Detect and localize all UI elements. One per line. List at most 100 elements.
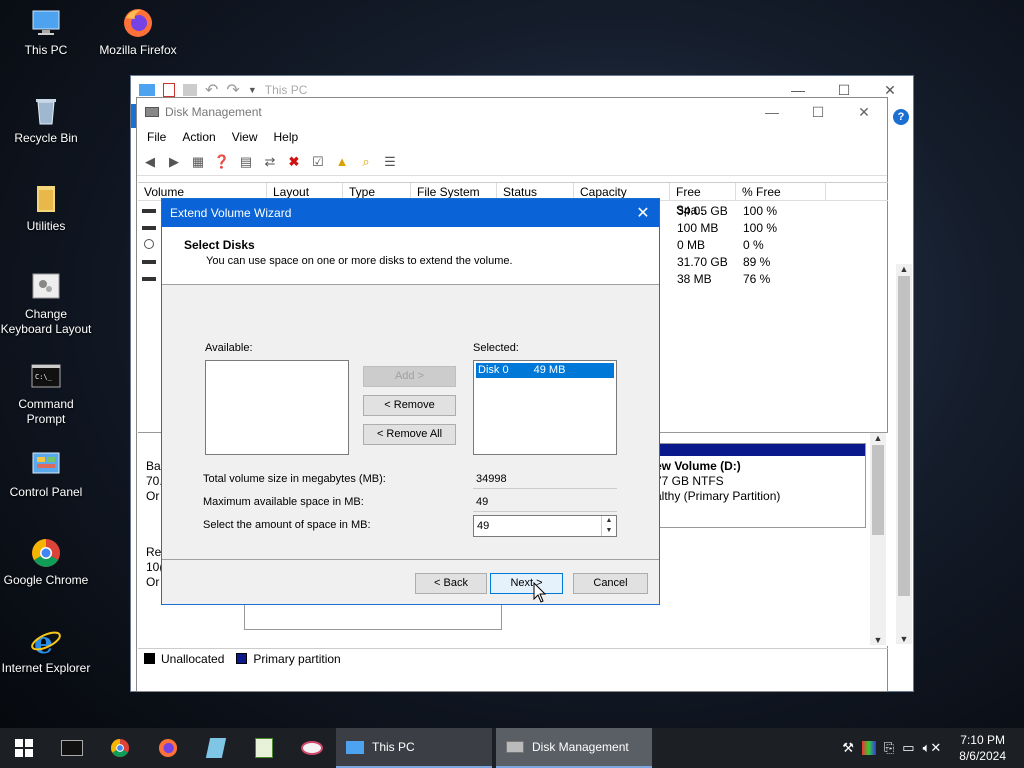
desktop-icon-recycle-bin[interactable]: Recycle Bin	[0, 94, 92, 146]
scroll-thumb[interactable]	[898, 276, 910, 596]
desktop-icon-label: This PC	[24, 43, 68, 57]
percent-free: 100 %	[743, 221, 778, 235]
desktop-icon-utilities[interactable]: Utilities	[0, 182, 92, 234]
list-icon[interactable]: ☰	[381, 153, 399, 171]
help-book-icon[interactable]: ❓	[213, 153, 231, 171]
delete-icon[interactable]: ✖	[285, 153, 303, 171]
next-button[interactable]: Next >	[490, 573, 563, 594]
desktop-icon-label: Command Prompt	[18, 397, 74, 426]
total-size-value: 34998	[473, 472, 617, 489]
desktop-icon-internet-explorer[interactable]: e Internet Explorer	[0, 624, 92, 676]
lower-pane-scrollbar[interactable]: ▲ ▼	[870, 433, 886, 645]
mouse-cursor-icon	[533, 582, 547, 603]
max-space-label: Maximum available space in MB:	[203, 496, 364, 508]
extend-volume-wizard-dialog[interactable]: Extend Volume Wizard ✕ Select Disks You …	[161, 198, 660, 605]
desktop-icon-firefox[interactable]: Mozilla Firefox	[92, 6, 184, 58]
desktop-icon-google-chrome[interactable]: Google Chrome	[0, 536, 92, 588]
start-button[interactable]	[0, 728, 48, 768]
dialog-separator	[162, 559, 659, 560]
taskbar-command-prompt[interactable]	[48, 728, 96, 768]
chevron-up-icon[interactable]: ▲	[896, 264, 912, 274]
drive-icon	[142, 209, 156, 213]
add-button[interactable]: Add >	[363, 366, 456, 387]
free-space: 38 MB	[677, 272, 712, 286]
disk-management-icon	[506, 741, 524, 753]
menu-file[interactable]: File	[147, 130, 166, 144]
remove-all-button[interactable]: < Remove All	[363, 424, 456, 445]
desktop-icon-this-pc[interactable]: This PC	[0, 6, 92, 58]
folder-icon[interactable]	[183, 84, 197, 96]
selected-disks-list[interactable]: Disk 0 49 MB	[473, 360, 617, 455]
remove-button[interactable]: < Remove	[363, 395, 456, 416]
properties-icon[interactable]: ▤	[237, 153, 255, 171]
col-percent-free[interactable]: % Free	[736, 183, 826, 200]
back-button[interactable]: < Back	[415, 573, 487, 594]
maximize-icon[interactable]: ☐	[821, 82, 867, 99]
notification-icon[interactable]: ▭	[902, 740, 914, 756]
cancel-button[interactable]: Cancel	[573, 573, 648, 594]
taskbar-paint[interactable]	[288, 728, 336, 768]
taskbar-firefox[interactable]	[144, 728, 192, 768]
available-label: Available:	[205, 342, 253, 354]
taskbar-task-disk-management[interactable]: Disk Management	[496, 728, 652, 768]
folder-up-icon[interactable]: ▲	[333, 153, 351, 171]
chevron-down-icon[interactable]: ▼	[248, 85, 257, 95]
terminal-icon	[61, 740, 83, 756]
system-tray: ⚒ ⎘ ▭ 🔈︎✕ 7:10 PM 8/6/2024	[842, 732, 1024, 764]
disk-management-titlebar[interactable]: Disk Management — ☐ ✕	[137, 98, 887, 126]
spin-arrows[interactable]: ▲ ▼	[601, 516, 616, 536]
partition-block[interactable]: ew Volume (D:) 77 GB NTFS althy (Primary…	[648, 443, 866, 528]
available-disks-list[interactable]	[205, 360, 349, 455]
chrome-icon	[32, 539, 60, 567]
help-icon[interactable]: ?	[893, 109, 909, 125]
desktop-icon-control-panel[interactable]: Control Panel	[0, 448, 92, 500]
menu-view[interactable]: View	[232, 130, 258, 144]
task-label: This PC	[372, 740, 415, 754]
chevron-up-icon[interactable]: ▲	[870, 433, 886, 443]
this-pc-scrollbar[interactable]: ▲ ▼	[896, 264, 912, 644]
desktop-icon-label: Utilities	[26, 219, 66, 233]
usb-device-icon[interactable]: ⎘	[884, 740, 894, 756]
network-tools-icon[interactable]: ⚒	[842, 740, 854, 756]
taskbar-chrome[interactable]	[96, 728, 144, 768]
amount-spinbox[interactable]: 49 ▲ ▼	[473, 515, 617, 537]
back-arrow-icon[interactable]: ◀	[141, 153, 159, 171]
taskbar-task-this-pc[interactable]: This PC	[336, 728, 492, 768]
properties-icon[interactable]	[163, 83, 175, 97]
search-folder-icon[interactable]: ⌕	[357, 153, 375, 171]
console-tree-icon[interactable]: ▦	[189, 153, 207, 171]
maximize-icon[interactable]: ☐	[795, 104, 841, 121]
col-free-space[interactable]: Free Spa...	[670, 183, 736, 217]
unallocated-swatch	[144, 653, 155, 664]
free-space: 34.05 GB	[677, 204, 728, 218]
taskbar-chart-app[interactable]	[240, 728, 288, 768]
dialog-subheading: You can use space on one or more disks t…	[206, 255, 513, 267]
desktop-icon-label: Change Keyboard Layout	[0, 307, 92, 336]
close-icon[interactable]: ✕	[627, 203, 659, 223]
color-icon[interactable]	[861, 741, 876, 755]
chevron-down-icon[interactable]: ▼	[870, 635, 886, 645]
dialog-titlebar[interactable]: Extend Volume Wizard ✕	[162, 199, 659, 227]
dialog-title: Extend Volume Wizard	[170, 206, 292, 220]
list-item[interactable]: Disk 0 49 MB	[476, 363, 614, 378]
volume-muted-icon[interactable]: 🔈︎✕	[923, 740, 942, 756]
close-icon[interactable]: ✕	[841, 104, 887, 121]
chevron-down-icon[interactable]: ▼	[896, 634, 912, 644]
spin-down-icon[interactable]: ▼	[602, 526, 616, 536]
check-icon[interactable]: ☑	[309, 153, 327, 171]
menu-action[interactable]: Action	[182, 130, 215, 144]
spin-up-icon[interactable]: ▲	[602, 516, 616, 526]
connect-icon[interactable]: ⇄	[261, 153, 279, 171]
desktop-icon-change-keyboard-layout[interactable]: Change Keyboard Layout	[0, 270, 92, 337]
clock[interactable]: 7:10 PM 8/6/2024	[949, 732, 1016, 764]
svg-text:e: e	[34, 626, 53, 658]
desktop-icon-command-prompt[interactable]: C:\_ Command Prompt	[0, 360, 92, 427]
forward-arrow-icon[interactable]: ▶	[165, 153, 183, 171]
scroll-thumb[interactable]	[872, 445, 884, 535]
minimize-icon[interactable]: —	[749, 104, 795, 121]
paint-icon	[301, 741, 323, 755]
minimize-icon[interactable]: —	[775, 82, 821, 99]
close-icon[interactable]: ✕	[867, 82, 913, 99]
taskbar-notepad[interactable]	[192, 728, 240, 768]
menu-help[interactable]: Help	[274, 130, 299, 144]
